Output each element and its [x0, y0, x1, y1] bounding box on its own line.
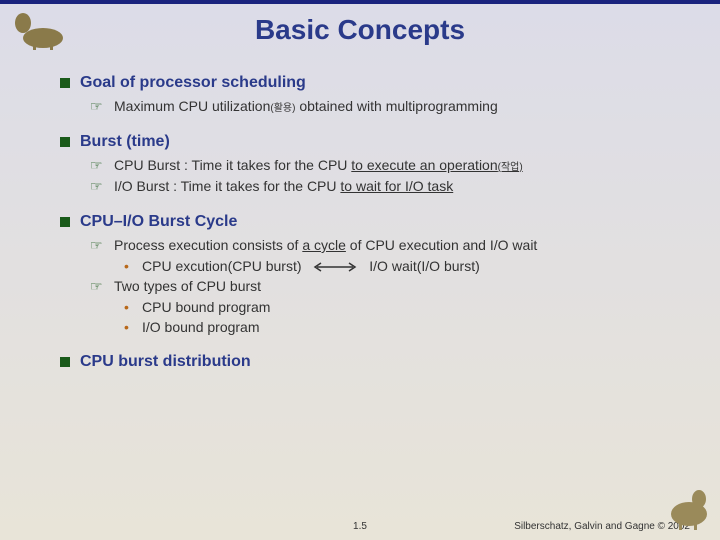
sub-item: ☞ CPU Burst : Time it takes for the CPU …: [90, 157, 690, 174]
sub-text: CPU Burst : Time it takes for the CPU to…: [114, 157, 523, 173]
sub-item: ☞ Maximum CPU utilization(활용) obtained w…: [90, 98, 690, 115]
section-burst: Burst (time) ☞ CPU Burst : Time it takes…: [60, 133, 690, 195]
page-number: 1.5: [353, 521, 367, 532]
hand-bullet-icon: ☞: [90, 178, 106, 195]
double-arrow-icon: [311, 261, 359, 273]
section-heading: Goal of processor scheduling: [60, 74, 690, 92]
hand-bullet-icon: ☞: [90, 98, 106, 115]
sub-sub-item: • CPU bound program: [124, 299, 690, 315]
sub-item: ☞ Two types of CPU burst: [90, 278, 690, 295]
section-heading: CPU–I/O Burst Cycle: [60, 213, 690, 231]
square-bullet-icon: [60, 78, 70, 88]
dot-bullet-icon: •: [124, 258, 136, 274]
dot-bullet-icon: •: [124, 319, 136, 335]
sub-text: Process execution consists of a cycle of…: [114, 237, 537, 253]
section-heading: CPU burst distribution: [60, 353, 690, 371]
slide-title: Basic Concepts: [0, 14, 720, 46]
heading-text: CPU–I/O Burst Cycle: [80, 213, 237, 231]
heading-text: Burst (time): [80, 133, 170, 151]
sub-sub-item: • I/O bound program: [124, 319, 690, 335]
dinosaur-decoration-top-left: [8, 8, 68, 50]
hand-bullet-icon: ☞: [90, 237, 106, 254]
section-heading: Burst (time): [60, 133, 690, 151]
hand-bullet-icon: ☞: [90, 278, 106, 295]
square-bullet-icon: [60, 137, 70, 147]
slide-footer: 1.5 Silberschatz, Galvin and Gagne © 200…: [0, 521, 720, 532]
sub-text: Maximum CPU utilization(활용) obtained wit…: [114, 98, 498, 114]
section-goal: Goal of processor scheduling ☞ Maximum C…: [60, 74, 690, 115]
dinosaur-decoration-bottom-right: [664, 484, 714, 534]
sub-sub-item: • CPU excution(CPU burst) I/O wait(I/O b…: [124, 258, 690, 274]
sub-text: Two types of CPU burst: [114, 278, 261, 294]
heading-text: CPU burst distribution: [80, 353, 251, 371]
sub-sub-text: CPU excution(CPU burst) I/O wait(I/O bur…: [142, 258, 480, 274]
sub-text: I/O Burst : Time it takes for the CPU to…: [114, 178, 453, 194]
sub-item: ☞ I/O Burst : Time it takes for the CPU …: [90, 178, 690, 195]
sub-sub-text: CPU bound program: [142, 299, 270, 315]
sub-item: ☞ Process execution consists of a cycle …: [90, 237, 690, 254]
heading-text: Goal of processor scheduling: [80, 74, 306, 92]
sub-sub-text: I/O bound program: [142, 319, 260, 335]
section-cycle: CPU–I/O Burst Cycle ☞ Process execution …: [60, 213, 690, 335]
section-distribution: CPU burst distribution: [60, 353, 690, 371]
slide-content: Goal of processor scheduling ☞ Maximum C…: [0, 74, 720, 371]
hand-bullet-icon: ☞: [90, 157, 106, 174]
square-bullet-icon: [60, 357, 70, 367]
square-bullet-icon: [60, 217, 70, 227]
dot-bullet-icon: •: [124, 299, 136, 315]
